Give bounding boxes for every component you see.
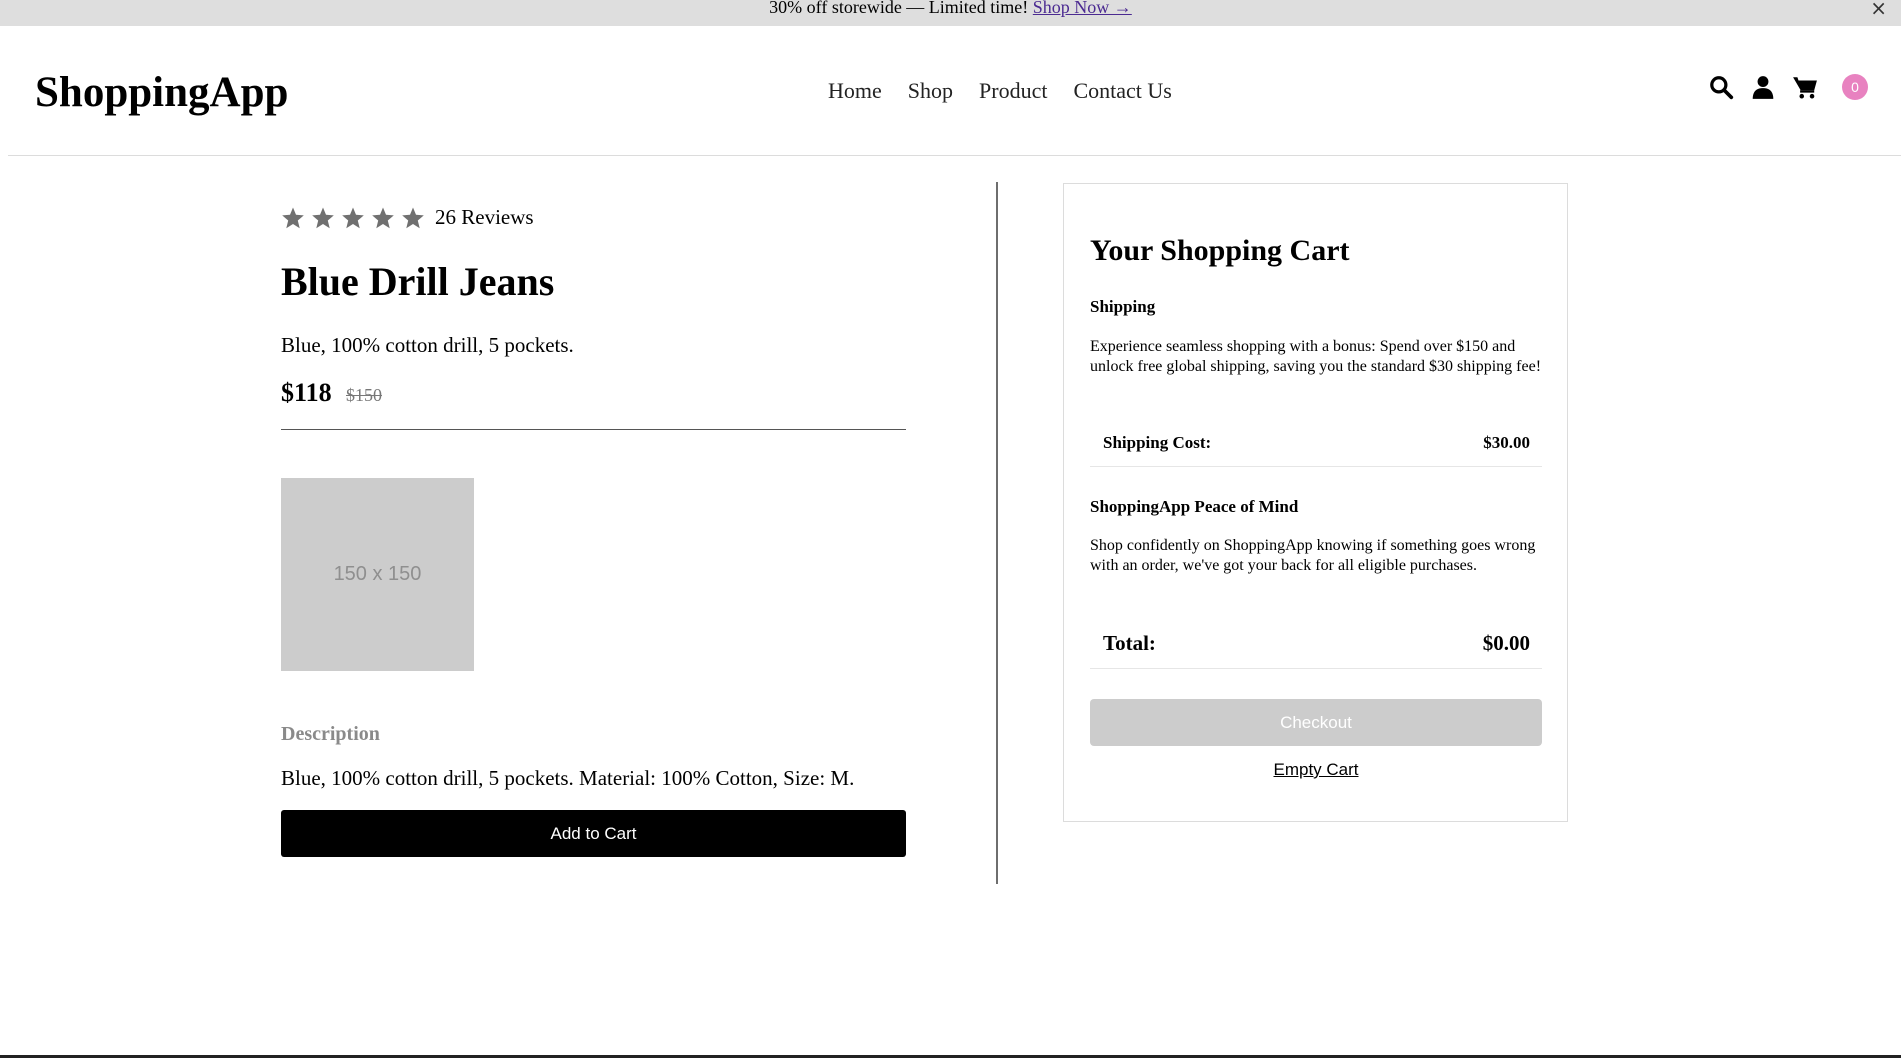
promo-text: 30% off storewide — Limited time!: [769, 0, 1029, 17]
divider: [281, 429, 906, 430]
peace-of-mind-text: Shop confidently on ShoppingApp knowing …: [1090, 537, 1536, 574]
rating-stars: 26 Reviews: [281, 205, 906, 230]
star-icon: [372, 207, 394, 228]
total-row: Total: $0.00: [1090, 619, 1542, 669]
user-icon[interactable]: [1750, 74, 1776, 100]
product-description: Blue, 100% cotton drill, 5 pockets. Mate…: [281, 766, 855, 790]
shop-now-link[interactable]: Shop Now →: [1033, 0, 1132, 17]
checkout-button[interactable]: Checkout: [1090, 699, 1542, 746]
search-icon[interactable]: [1708, 74, 1734, 100]
shipping-text: Experience seamless shopping with a bonu…: [1090, 338, 1542, 375]
nav-item-product[interactable]: Product: [979, 78, 1047, 104]
main-nav: Home Shop Product Contact Us: [828, 78, 1172, 104]
shipping-cost-label: Shipping Cost:: [1103, 432, 1212, 452]
description-heading: Description: [281, 723, 380, 745]
shipping-cost-row: Shipping Cost: $30.00: [1090, 419, 1542, 467]
close-icon[interactable]: ×: [1870, 0, 1887, 18]
promo-bar: 30% off storewide — Limited time! Shop N…: [0, 0, 1901, 26]
nav-item-contact-us[interactable]: Contact Us: [1073, 78, 1171, 104]
header-icons: 0: [1708, 74, 1868, 100]
total-label: Total:: [1103, 631, 1156, 655]
empty-cart-link[interactable]: Empty Cart: [1090, 760, 1542, 780]
shipping-cost-value: $30.00: [1483, 432, 1530, 452]
cart-icon[interactable]: [1792, 74, 1818, 100]
image-placeholder-label: 150 x 150: [333, 563, 422, 585]
nav-item-shop[interactable]: Shop: [908, 78, 953, 104]
product-rating: 26 Reviews: [281, 205, 906, 230]
reviews-count[interactable]: 26 Reviews: [435, 205, 534, 230]
site-header: ShoppingApp Home Shop Product Contact Us…: [8, 26, 1901, 156]
product-old-price: $150: [346, 385, 382, 405]
logo[interactable]: ShoppingApp: [35, 68, 288, 117]
star-icon: [312, 207, 334, 228]
shopping-cart-panel: Your Shopping Cart Shipping Experience s…: [1063, 183, 1568, 822]
add-to-cart-button[interactable]: Add to Cart: [281, 810, 906, 857]
product-price: $118: [281, 378, 332, 407]
vertical-divider: [996, 182, 998, 884]
product-title: Blue Drill Jeans: [281, 259, 555, 304]
star-icon: [342, 207, 364, 228]
cart-count-badge[interactable]: 0: [1842, 74, 1868, 100]
cart-title: Your Shopping Cart: [1090, 234, 1350, 267]
total-value: $0.00: [1482, 631, 1530, 655]
product-short-description: Blue, 100% cotton drill, 5 pockets.: [281, 333, 574, 357]
peace-of-mind-heading: ShoppingApp Peace of Mind: [1090, 497, 1299, 516]
nav-item-home[interactable]: Home: [828, 78, 882, 104]
product-image-placeholder[interactable]: 150 x 150: [281, 478, 474, 671]
shipping-heading: Shipping: [1090, 297, 1156, 316]
star-icon: [402, 207, 424, 228]
star-icon: [282, 207, 304, 228]
